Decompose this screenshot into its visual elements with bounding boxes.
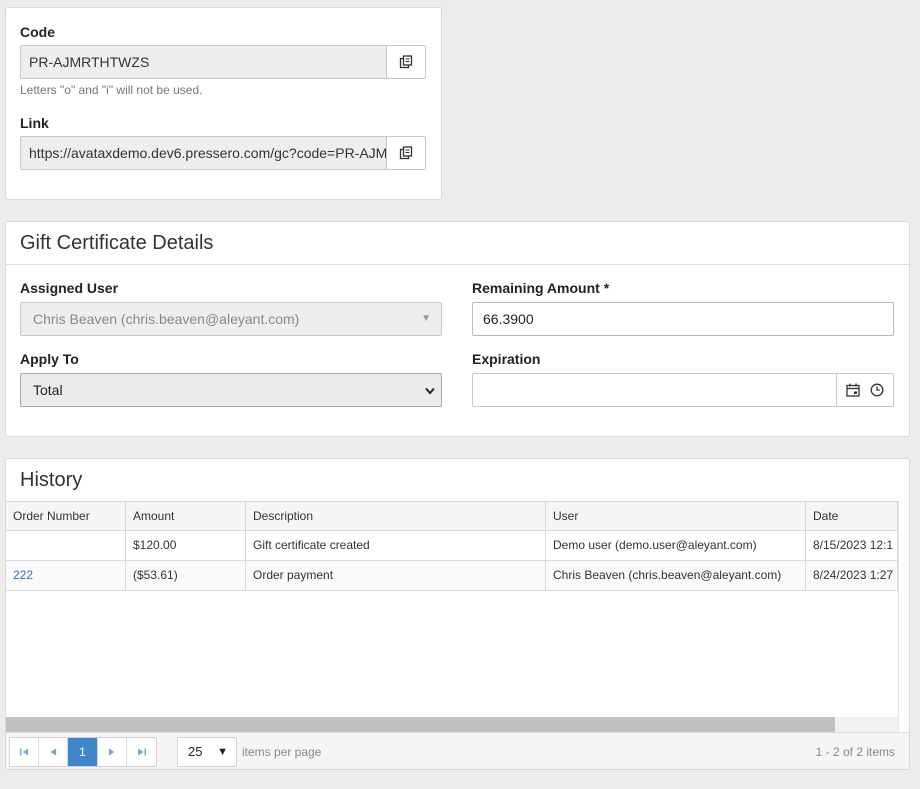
history-panel: History Order Number Amount Description … <box>5 458 910 770</box>
apply-to-value: Total <box>33 382 63 398</box>
pager-info: 1 - 2 of 2 items <box>815 745 895 759</box>
horizontal-scrollbar[interactable] <box>6 717 898 732</box>
link-field[interactable]: https://avataxdemo.dev6.pressero.com/gc?… <box>20 136 386 170</box>
cell-user: Demo user (demo.user@aleyant.com) <box>546 531 806 560</box>
next-page-icon <box>109 748 115 756</box>
last-page-icon <box>137 748 146 756</box>
first-page-icon <box>20 748 28 756</box>
column-header-date[interactable]: Date <box>806 502 898 530</box>
apply-to-label: Apply To <box>20 351 79 367</box>
copy-icon <box>399 55 413 69</box>
link-input-group: https://avataxdemo.dev6.pressero.com/gc?… <box>20 136 426 170</box>
order-number-link[interactable]: 222 <box>6 561 126 590</box>
cell-user: Chris Beaven (chris.beaven@aleyant.com) <box>546 561 806 590</box>
details-divider <box>6 264 909 265</box>
copy-icon <box>399 146 413 160</box>
assigned-user-label: Assigned User <box>20 280 119 296</box>
details-title: Gift Certificate Details <box>20 232 214 254</box>
expiration-picker-buttons <box>836 374 893 406</box>
link-label: Link <box>20 115 49 131</box>
cell-amount: ($53.61) <box>126 561 246 590</box>
vertical-scrollbar[interactable] <box>898 501 909 732</box>
apply-to-select[interactable]: Total <box>20 373 442 407</box>
clock-icon[interactable] <box>870 383 884 397</box>
page-size-select[interactable]: 25 ▼ <box>177 737 237 767</box>
page-button-current[interactable]: 1 <box>68 738 98 766</box>
pager-buttons: 1 <box>9 737 157 767</box>
grid-header-row: Order Number Amount Description User Dat… <box>6 501 898 531</box>
assigned-user-select[interactable]: Chris Beaven (chris.beaven@aleyant.com) … <box>20 302 442 336</box>
calendar-icon[interactable] <box>846 383 860 397</box>
column-header-user[interactable]: User <box>546 502 806 530</box>
column-header-description[interactable]: Description <box>246 502 546 530</box>
remaining-amount-input[interactable]: 66.3900 <box>472 302 894 336</box>
first-page-button[interactable] <box>10 738 39 766</box>
expiration-input[interactable] <box>472 373 894 407</box>
history-title: History <box>20 469 83 491</box>
caret-down-icon: ▼ <box>217 746 228 758</box>
grid-pager: 1 25 ▼ items per page 1 - 2 of 2 items <box>6 732 909 769</box>
column-header-order-number[interactable]: Order Number <box>6 502 126 530</box>
cell-date: 8/24/2023 1:27 <box>806 561 898 590</box>
previous-page-button[interactable] <box>39 738 68 766</box>
expiration-label: Expiration <box>472 351 541 367</box>
remaining-amount-label: Remaining Amount * <box>472 280 610 296</box>
chevron-down-icon <box>425 374 435 406</box>
copy-link-button[interactable] <box>386 136 426 170</box>
cell-description: Gift certificate created <box>246 531 546 560</box>
column-header-amount[interactable]: Amount <box>126 502 246 530</box>
last-page-button[interactable] <box>127 738 156 766</box>
details-panel: Gift Certificate Details Assigned User C… <box>5 221 910 437</box>
cell-date: 8/15/2023 12:1 <box>806 531 898 560</box>
cell-description: Order payment <box>246 561 546 590</box>
code-input-group: PR-AJMRTHTWZS <box>20 45 426 79</box>
page-size-value: 25 <box>188 744 203 759</box>
page-size-label: items per page <box>242 745 322 759</box>
caret-down-icon: ▼ <box>421 313 431 324</box>
table-row[interactable]: $120.00 Gift certificate created Demo us… <box>6 531 898 561</box>
cell-order-number <box>6 531 126 560</box>
code-hint: Letters "o" and "i" will not be used. <box>20 83 203 97</box>
next-page-button[interactable] <box>98 738 127 766</box>
cell-amount: $120.00 <box>126 531 246 560</box>
table-row[interactable]: 222 ($53.61) Order payment Chris Beaven … <box>6 561 898 591</box>
code-panel: Code PR-AJMRTHTWZS Letters "o" and "i" w… <box>5 7 442 200</box>
assigned-user-value: Chris Beaven (chris.beaven@aleyant.com) <box>33 311 300 327</box>
code-label: Code <box>20 24 55 40</box>
horizontal-scrollbar-thumb[interactable] <box>6 717 835 732</box>
copy-code-button[interactable] <box>386 45 426 79</box>
previous-page-icon <box>50 748 56 756</box>
code-field[interactable]: PR-AJMRTHTWZS <box>20 45 386 79</box>
